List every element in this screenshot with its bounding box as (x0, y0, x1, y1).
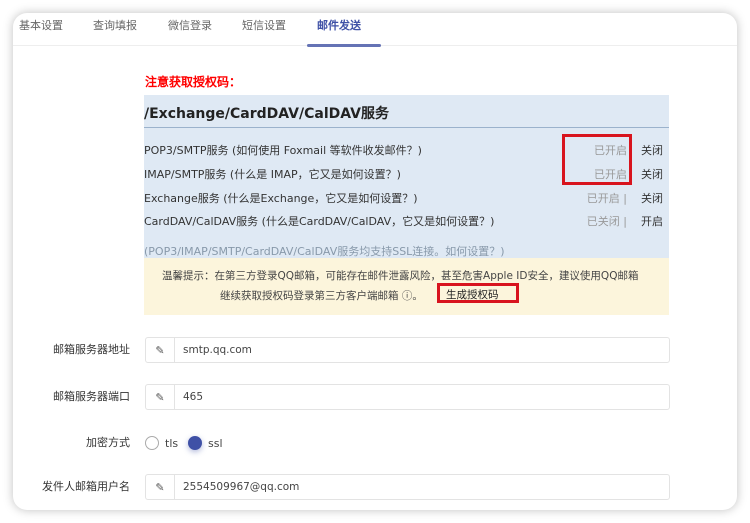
highlight-box (562, 134, 632, 185)
service-action: 关闭 (641, 192, 663, 205)
settings-window: 基本设置 查询填报 微信登录 短信设置 邮件发送 注意获取授权码： /Excha… (13, 13, 737, 510)
service-name: POP3/SMTP服务 (如何使用 Foxmail 等软件收发邮件？) (144, 144, 422, 157)
service-status: 已关闭 | (586, 215, 627, 228)
port-value: 465 (183, 391, 204, 403)
divider (144, 127, 669, 128)
port-input[interactable]: ✎ 465 (145, 384, 670, 410)
radio-label: tls (165, 436, 179, 450)
server-input[interactable]: ✎ smtp.qq.com (145, 337, 670, 363)
service-action: 关闭 (641, 168, 663, 181)
service-status: 已开启 | (586, 192, 627, 205)
username-value: 2554509967@qq.com (183, 481, 300, 493)
auth-code-notice: 注意获取授权码： (145, 75, 242, 89)
service-name: Exchange服务 (什么是Exchange，它又是如何设置？) (144, 192, 418, 205)
server-label: 邮箱服务器地址 (53, 343, 130, 356)
service-row: CardDAV/CalDAV服务 (什么是CardDAV/CalDAV，它又是如… (144, 213, 669, 229)
generate-code-highlight: 生成授权码 (437, 283, 519, 303)
pencil-icon: ✎ (146, 475, 175, 499)
tab-bar: 基本设置 查询填报 微信登录 短信设置 邮件发送 (13, 13, 737, 47)
tab-email[interactable]: 邮件发送 (317, 17, 361, 33)
screenshot-title: /Exchange/CardDAV/CalDAV服务 (144, 106, 389, 122)
tab-wechat[interactable]: 微信登录 (168, 17, 212, 33)
tab-basic[interactable]: 基本设置 (19, 17, 63, 33)
radio-label: ssl (208, 436, 223, 450)
radio-circle[interactable] (145, 436, 159, 450)
pencil-icon: ✎ (146, 385, 175, 409)
radio-circle-selected[interactable] (188, 436, 202, 450)
service-name: CardDAV/CalDAV服务 (什么是CardDAV/CalDAV，它又是如… (144, 215, 495, 228)
service-row: Exchange服务 (什么是Exchange，它又是如何设置？) 已开启 | … (144, 190, 669, 206)
username-label: 发件人邮箱用户名 (42, 480, 130, 493)
instruction-screenshot: /Exchange/CardDAV/CalDAV服务 POP3/SMTP服务 (… (144, 95, 669, 315)
active-tab-indicator (307, 44, 381, 47)
tab-sms[interactable]: 短信设置 (242, 17, 286, 33)
encryption-label: 加密方式 (86, 436, 130, 449)
service-action: 开启 (641, 215, 663, 228)
service-action: 关闭 (641, 144, 663, 157)
tip-line-2: 继续获取授权码登录第三方客户端邮箱 ⓘ。 (220, 290, 423, 302)
tip-box: 温馨提示：在第三方登录QQ邮箱，可能存在邮件泄露风险，甚至危害Apple ID安… (144, 258, 669, 315)
radio-ssl[interactable]: ssl (188, 436, 223, 450)
radio-tls[interactable]: tls (145, 436, 178, 450)
tip-line-1: 温馨提示：在第三方登录QQ邮箱，可能存在邮件泄露风险，甚至危害Apple ID安… (162, 270, 639, 282)
ssl-hint: (POP3/IMAP/SMTP/CardDAV/CalDAV服务均支持SSL连接… (144, 245, 505, 258)
username-input[interactable]: ✎ 2554509967@qq.com (145, 474, 670, 500)
pencil-icon: ✎ (146, 338, 175, 362)
tab-query[interactable]: 查询填报 (93, 17, 137, 33)
port-label: 邮箱服务器端口 (53, 390, 130, 403)
server-value: smtp.qq.com (183, 344, 252, 356)
service-name: IMAP/SMTP服务 (什么是 IMAP，它又是如何设置？) (144, 168, 401, 181)
